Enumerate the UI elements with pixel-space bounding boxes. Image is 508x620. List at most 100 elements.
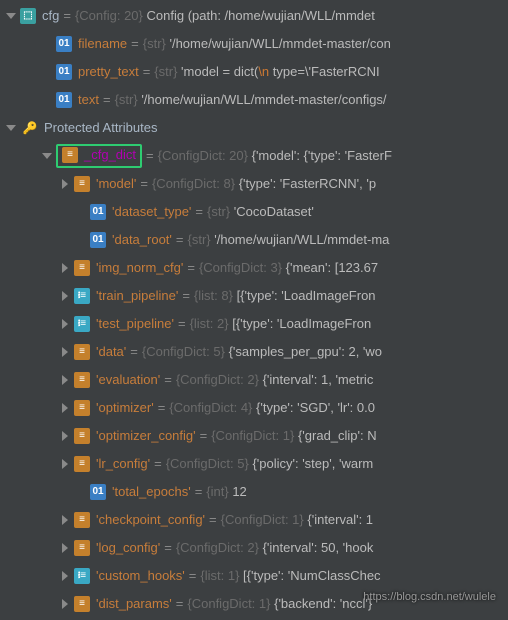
arrow-placeholder bbox=[40, 36, 56, 52]
tree-row[interactable]: 01filename = {str} '/home/wujian/WLL/mmd… bbox=[4, 30, 508, 58]
tree-row[interactable]: 01'total_epochs' = {int} 12 bbox=[4, 478, 508, 506]
arrow-placeholder bbox=[74, 204, 90, 220]
equals-sign: = bbox=[164, 371, 172, 389]
var-name: 'dist_params' bbox=[96, 595, 172, 613]
var-name: cfg bbox=[42, 7, 59, 25]
equals-sign: = bbox=[182, 287, 190, 305]
tree-row[interactable]: ≡ _cfg_dict = {ConfigDict: 20} {'model': … bbox=[4, 142, 508, 170]
var-name: _cfg_dict bbox=[84, 146, 136, 164]
chevron-right-icon[interactable] bbox=[58, 316, 74, 332]
chevron-right-icon[interactable] bbox=[58, 176, 74, 192]
equals-sign: = bbox=[178, 315, 186, 333]
chevron-right-icon[interactable] bbox=[58, 344, 74, 360]
chevron-right-icon[interactable] bbox=[58, 540, 74, 556]
arrow-placeholder bbox=[74, 484, 90, 500]
var-value: {'interval': 50, 'hook bbox=[263, 539, 374, 557]
chevron-down-icon[interactable] bbox=[40, 148, 56, 164]
dict-icon: ≡ bbox=[62, 147, 78, 163]
section-header[interactable]: 🔑 Protected Attributes bbox=[4, 114, 508, 142]
chevron-right-icon[interactable] bbox=[58, 456, 74, 472]
var-value: {'type': 'SGD', 'lr': 0.0 bbox=[256, 399, 375, 417]
equals-sign: = bbox=[200, 427, 208, 445]
key-icon: 🔑 bbox=[22, 120, 38, 136]
type-hint: {list: 2} bbox=[190, 315, 229, 333]
var-value: {'samples_per_gpu': 2, 'wo bbox=[229, 343, 382, 361]
tree-row[interactable]: ≡'lr_config' = {ConfigDict: 5} {'policy'… bbox=[4, 450, 508, 478]
var-value: [{'type': 'LoadImageFron bbox=[232, 315, 371, 333]
equals-sign: = bbox=[140, 175, 148, 193]
chevron-right-icon[interactable] bbox=[58, 400, 74, 416]
var-value: 12 bbox=[232, 483, 246, 501]
equals-sign: = bbox=[103, 91, 111, 109]
var-value: {'interval': 1 bbox=[307, 511, 373, 529]
tree-root-row[interactable]: ⬚ cfg = {Config: 20} Config (path: /home… bbox=[4, 2, 508, 30]
var-name: Protected Attributes bbox=[44, 119, 157, 137]
type-hint: {str} bbox=[143, 35, 166, 53]
var-name: 'optimizer_config' bbox=[96, 427, 196, 445]
var-name: 'img_norm_cfg' bbox=[96, 259, 183, 277]
chevron-right-icon[interactable] bbox=[58, 596, 74, 612]
equals-sign: = bbox=[63, 7, 71, 25]
type-hint: {str} bbox=[154, 63, 177, 81]
tree-row[interactable]: 01'data_root' = {str} '/home/wujian/WLL/… bbox=[4, 226, 508, 254]
chevron-right-icon[interactable] bbox=[58, 568, 74, 584]
tree-row[interactable]: ≡'data' = {ConfigDict: 5} {'samples_per_… bbox=[4, 338, 508, 366]
var-name: 'evaluation' bbox=[96, 371, 160, 389]
chevron-right-icon[interactable] bbox=[58, 512, 74, 528]
dict-icon: ≡ bbox=[74, 512, 90, 528]
tree-row[interactable]: ᎒≡'train_pipeline' = {list: 8} [{'type':… bbox=[4, 282, 508, 310]
chevron-right-icon[interactable] bbox=[58, 288, 74, 304]
type-hint: {int} bbox=[206, 483, 228, 501]
equals-sign: = bbox=[146, 147, 154, 165]
tree-row[interactable]: ≡'checkpoint_config' = {ConfigDict: 1} {… bbox=[4, 506, 508, 534]
type-hint: {ConfigDict: 20} bbox=[158, 147, 248, 165]
var-value: 'model = dict(\n type=\'FasterRCNI bbox=[181, 63, 380, 81]
var-name: text bbox=[78, 91, 99, 109]
var-name: filename bbox=[78, 35, 127, 53]
str-icon: 01 bbox=[90, 204, 106, 220]
tree-row[interactable]: 01'dataset_type' = {str} 'CocoDataset' bbox=[4, 198, 508, 226]
chevron-down-icon[interactable] bbox=[4, 8, 20, 24]
var-name: pretty_text bbox=[78, 63, 139, 81]
equals-sign: = bbox=[195, 483, 203, 501]
var-name: 'lr_config' bbox=[96, 455, 150, 473]
var-value: '/home/wujian/WLL/mmdet-master/configs/ bbox=[141, 91, 386, 109]
dict-icon: ≡ bbox=[74, 400, 90, 416]
var-name: 'data_root' bbox=[112, 231, 172, 249]
var-value: {'model': {'type': 'FasterF bbox=[252, 147, 392, 165]
str-icon: 01 bbox=[90, 232, 106, 248]
var-name: 'dataset_type' bbox=[112, 203, 191, 221]
var-name: 'model' bbox=[96, 175, 136, 193]
type-hint: {ConfigDict: 8} bbox=[152, 175, 235, 193]
var-value: 'CocoDataset' bbox=[234, 203, 314, 221]
tree-row[interactable]: ≡'img_norm_cfg' = {ConfigDict: 3} {'mean… bbox=[4, 254, 508, 282]
tree-row[interactable]: ≡'optimizer_config' = {ConfigDict: 1} {'… bbox=[4, 422, 508, 450]
equals-sign: = bbox=[143, 63, 151, 81]
type-hint: {str} bbox=[207, 203, 230, 221]
tree-row[interactable]: ≡'optimizer' = {ConfigDict: 4} {'type': … bbox=[4, 394, 508, 422]
var-value: {'grad_clip': N bbox=[298, 427, 377, 445]
dict-icon: ≡ bbox=[74, 456, 90, 472]
tree-row[interactable]: ᎒≡'test_pipeline' = {list: 2} [{'type': … bbox=[4, 310, 508, 338]
equals-sign: = bbox=[176, 231, 184, 249]
dict-icon: ≡ bbox=[74, 540, 90, 556]
chevron-right-icon[interactable] bbox=[58, 372, 74, 388]
str-icon: 01 bbox=[56, 92, 72, 108]
var-name: 'log_config' bbox=[96, 539, 160, 557]
tree-row[interactable]: 01pretty_text = {str} 'model = dict(\n t… bbox=[4, 58, 508, 86]
object-icon: ⬚ bbox=[20, 8, 36, 24]
chevron-right-icon[interactable] bbox=[58, 260, 74, 276]
dict-icon: ≡ bbox=[74, 428, 90, 444]
var-value: {'mean': [123.67 bbox=[286, 259, 378, 277]
chevron-down-icon[interactable] bbox=[4, 120, 20, 136]
tree-row[interactable]: ≡'log_config' = {ConfigDict: 2} {'interv… bbox=[4, 534, 508, 562]
watermark: https://blog.csdn.net/wulele bbox=[363, 590, 496, 605]
type-hint: {ConfigDict: 4} bbox=[169, 399, 252, 417]
tree-row[interactable]: ≡'evaluation' = {ConfigDict: 2} {'interv… bbox=[4, 366, 508, 394]
tree-row[interactable]: 01text = {str} '/home/wujian/WLL/mmdet-m… bbox=[4, 86, 508, 114]
chevron-right-icon[interactable] bbox=[58, 428, 74, 444]
equals-sign: = bbox=[187, 259, 195, 277]
tree-row[interactable]: ≡'model' = {ConfigDict: 8} {'type': 'Fas… bbox=[4, 170, 508, 198]
var-name: 'checkpoint_config' bbox=[96, 511, 205, 529]
tree-row[interactable]: ᎒≡'custom_hooks' = {list: 1} [{'type': '… bbox=[4, 562, 508, 590]
